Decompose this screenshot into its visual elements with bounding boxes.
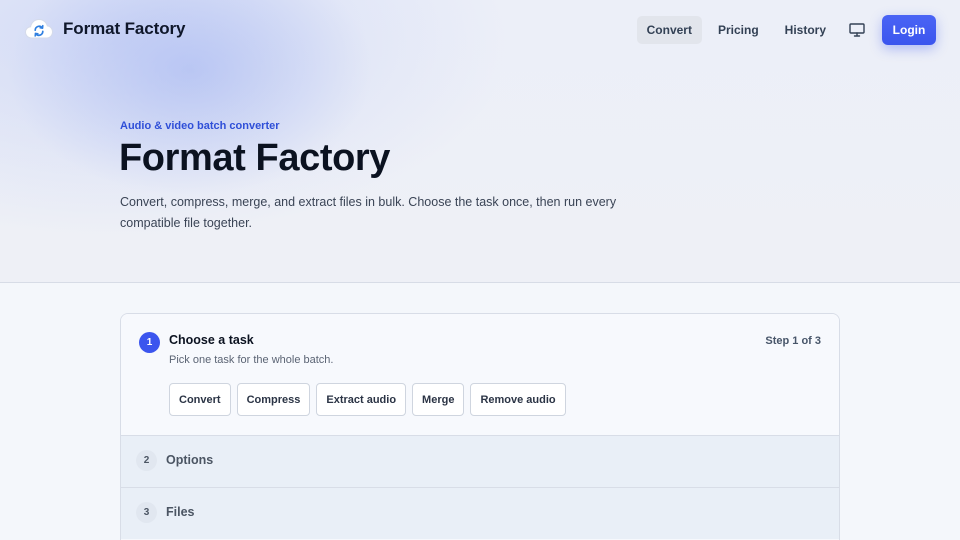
cloud-sync-logo-icon (24, 18, 54, 39)
step-title: Files (166, 505, 195, 519)
page-title: Format Factory (119, 137, 391, 179)
step-choose-task: 1 Choose a task Step 1 of 3 Pick one tas… (121, 314, 839, 435)
top-header: Format Factory Convert Pricing History L… (0, 0, 960, 58)
hero-eyebrow: Audio & video batch converter (120, 120, 280, 132)
task-merge-button[interactable]: Merge (412, 383, 465, 416)
step-number-badge: 1 (139, 332, 160, 353)
step-number-badge: 2 (136, 450, 157, 471)
hero-description: Convert, compress, merge, and extract fi… (120, 195, 617, 230)
main-nav: Convert Pricing History Login (631, 15, 936, 45)
step-number-badge: 3 (136, 502, 157, 523)
task-options: Convert Compress Extract audio Merge Rem… (169, 383, 572, 416)
nav-pricing[interactable]: Pricing (708, 16, 769, 44)
step-files[interactable]: 3 Files (121, 487, 839, 539)
task-wizard-card: 1 Choose a task Step 1 of 3 Pick one tas… (120, 313, 840, 540)
monitor-icon (849, 23, 865, 37)
nav-history[interactable]: History (775, 16, 836, 44)
step-counter: Step 1 of 3 (765, 335, 821, 347)
page: Format Factory Convert Pricing History L… (0, 0, 960, 540)
login-button[interactable]: Login (882, 15, 936, 45)
brand-name: Format Factory (63, 19, 186, 38)
step-title: Options (166, 453, 214, 467)
step-options[interactable]: 2 Options (121, 435, 839, 487)
task-convert-button[interactable]: Convert (169, 383, 231, 416)
task-remove-audio-button[interactable]: Remove audio (470, 383, 566, 416)
brand[interactable]: Format Factory (24, 16, 185, 42)
task-extract-audio-button[interactable]: Extract audio (316, 383, 407, 416)
display-toggle-button[interactable] (842, 15, 872, 45)
task-compress-button[interactable]: Compress (236, 383, 311, 416)
step-title: Choose a task (169, 333, 254, 347)
nav-convert[interactable]: Convert (636, 16, 702, 44)
step-subtitle: Pick one task for the whole batch. (169, 354, 334, 366)
